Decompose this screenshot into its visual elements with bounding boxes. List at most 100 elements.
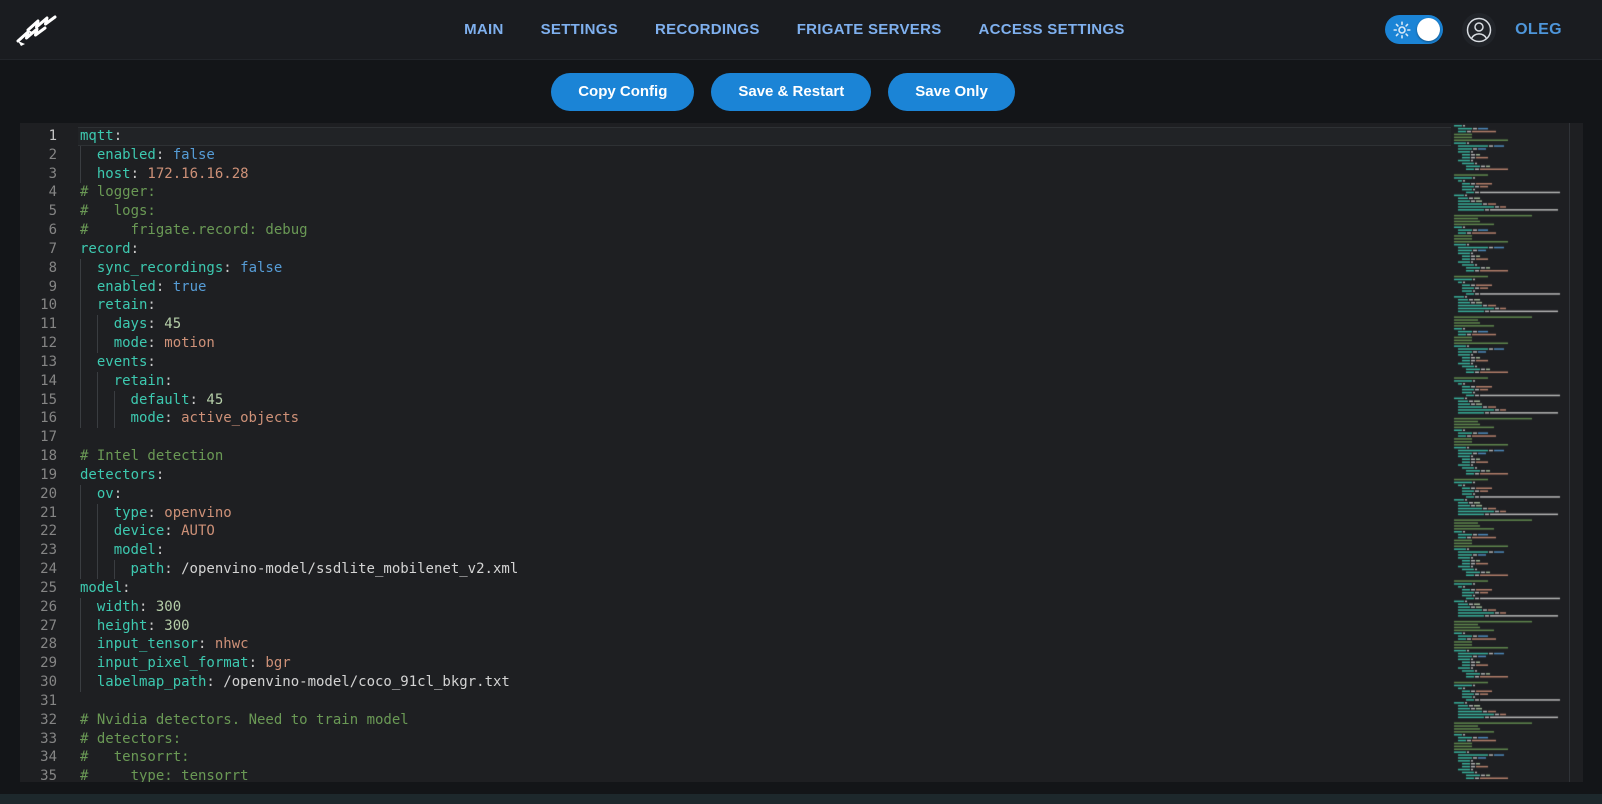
line-number: 15	[20, 391, 78, 410]
line-content: path: /openvino-model/ssdlite_mobilenet_…	[78, 560, 1451, 579]
line-content: input_pixel_format: bgr	[78, 654, 1451, 673]
indent-guide	[80, 315, 97, 334]
line-content: # detectors:	[78, 730, 1451, 749]
code-line[interactable]: 1mqtt:	[20, 127, 1451, 146]
indent-guide	[80, 372, 97, 391]
code-line[interactable]: 10 retain:	[20, 296, 1451, 315]
line-number: 24	[20, 560, 78, 579]
line-number: 32	[20, 711, 78, 730]
code-line[interactable]: 20 ov:	[20, 485, 1451, 504]
indent-guide	[97, 560, 114, 579]
minimap[interactable]	[1451, 123, 1569, 782]
line-number: 2	[20, 146, 78, 165]
line-number: 1	[20, 127, 78, 146]
code-line[interactable]: 7record:	[20, 240, 1451, 259]
code-line[interactable]: 33# detectors:	[20, 730, 1451, 749]
code-line[interactable]: 14 retain:	[20, 372, 1451, 391]
sun-icon	[1393, 21, 1411, 42]
nav-item-frigate-servers[interactable]: FRIGATE SERVERS	[797, 21, 942, 38]
indent-guide	[80, 409, 97, 428]
nav-item-settings[interactable]: SETTINGS	[541, 21, 618, 38]
code-line[interactable]: 29 input_pixel_format: bgr	[20, 654, 1451, 673]
code-line[interactable]: 24 path: /openvino-model/ssdlite_mobilen…	[20, 560, 1451, 579]
nav-item-access-settings[interactable]: ACCESS SETTINGS	[979, 21, 1125, 38]
indent-guide	[97, 409, 114, 428]
code-line[interactable]: 34# tensorrt:	[20, 748, 1451, 767]
line-content	[78, 428, 1451, 447]
indent-guide	[114, 409, 131, 428]
indent-guide	[80, 259, 97, 278]
nav-item-main[interactable]: MAIN	[464, 21, 504, 38]
line-number: 35	[20, 767, 78, 782]
code-line[interactable]: 35# type: tensorrt	[20, 767, 1451, 782]
code-line[interactable]: 26 width: 300	[20, 598, 1451, 617]
code-line[interactable]: 6# frigate.record: debug	[20, 221, 1451, 240]
code-line[interactable]: 11 days: 45	[20, 315, 1451, 334]
nav-item-recordings[interactable]: RECORDINGS	[655, 21, 760, 38]
line-content: # frigate.record: debug	[78, 221, 1451, 240]
user-avatar[interactable]	[1462, 13, 1496, 47]
theme-toggle[interactable]	[1385, 15, 1443, 44]
indent-guide	[80, 146, 97, 165]
code-line[interactable]: 17	[20, 428, 1451, 447]
indent-guide	[80, 504, 97, 523]
code-line[interactable]: 9 enabled: true	[20, 278, 1451, 297]
page-horizontal-scrollbar[interactable]	[0, 794, 1602, 804]
editor-vertical-scrollbar[interactable]	[1569, 123, 1583, 782]
frigate-logo[interactable]	[14, 7, 60, 53]
line-number: 31	[20, 692, 78, 711]
copy-config-button[interactable]: Copy Config	[551, 73, 694, 111]
code-line[interactable]: 15 default: 45	[20, 391, 1451, 410]
code-line[interactable]: 13 events:	[20, 353, 1451, 372]
indent-guide	[80, 278, 97, 297]
indent-guide	[80, 334, 97, 353]
indent-guide	[114, 391, 131, 410]
line-number: 3	[20, 165, 78, 184]
code-line[interactable]: 18# Intel detection	[20, 447, 1451, 466]
code-line[interactable]: 25model:	[20, 579, 1451, 598]
code-line[interactable]: 19detectors:	[20, 466, 1451, 485]
line-number: 17	[20, 428, 78, 447]
indent-guide	[97, 504, 114, 523]
line-content: # logs:	[78, 202, 1451, 221]
code-line[interactable]: 27 height: 300	[20, 617, 1451, 636]
code-area[interactable]: 1mqtt:2 enabled: false3 host: 172.16.16.…	[20, 123, 1451, 782]
code-line[interactable]: 23 model:	[20, 541, 1451, 560]
code-line[interactable]: 30 labelmap_path: /openvino-model/coco_9…	[20, 673, 1451, 692]
code-line[interactable]: 21 type: openvino	[20, 504, 1451, 523]
code-line[interactable]: 16 mode: active_objects	[20, 409, 1451, 428]
line-content: labelmap_path: /openvino-model/coco_91cl…	[78, 673, 1451, 692]
code-line[interactable]: 4# logger:	[20, 183, 1451, 202]
save-only-button[interactable]: Save Only	[888, 73, 1015, 111]
indent-guide	[80, 485, 97, 504]
code-line[interactable]: 8 sync_recordings: false	[20, 259, 1451, 278]
code-line[interactable]: 22 device: AUTO	[20, 522, 1451, 541]
navbar-right-controls: OLEG	[1385, 13, 1562, 47]
save-restart-button[interactable]: Save & Restart	[711, 73, 871, 111]
line-content: height: 300	[78, 617, 1451, 636]
line-number: 21	[20, 504, 78, 523]
line-number: 11	[20, 315, 78, 334]
username-link[interactable]: OLEG	[1515, 21, 1562, 39]
line-content	[78, 692, 1451, 711]
line-content: enabled: true	[78, 278, 1451, 297]
line-content: default: 45	[78, 391, 1451, 410]
top-navbar: MAIN SETTINGS RECORDINGS FRIGATE SERVERS ACC…	[0, 0, 1602, 60]
code-line[interactable]: 3 host: 172.16.16.28	[20, 165, 1451, 184]
code-line[interactable]: 12 mode: motion	[20, 334, 1451, 353]
line-content: device: AUTO	[78, 522, 1451, 541]
indent-guide	[97, 391, 114, 410]
indent-guide	[97, 522, 114, 541]
line-number: 4	[20, 183, 78, 202]
code-line[interactable]: 2 enabled: false	[20, 146, 1451, 165]
line-content: mqtt:	[78, 127, 1451, 146]
indent-guide	[97, 315, 114, 334]
line-number: 23	[20, 541, 78, 560]
line-number: 6	[20, 221, 78, 240]
line-content: record:	[78, 240, 1451, 259]
line-content: mode: motion	[78, 334, 1451, 353]
code-line[interactable]: 5# logs:	[20, 202, 1451, 221]
code-line[interactable]: 32# Nvidia detectors. Need to train mode…	[20, 711, 1451, 730]
code-line[interactable]: 31	[20, 692, 1451, 711]
code-line[interactable]: 28 input_tensor: nhwc	[20, 635, 1451, 654]
